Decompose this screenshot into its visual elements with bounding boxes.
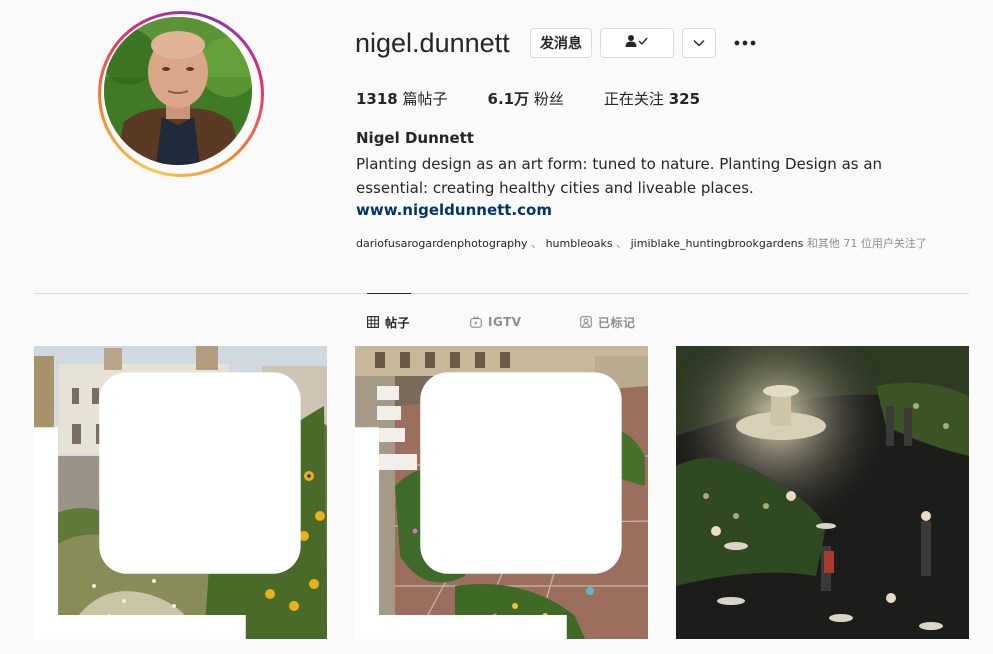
following-count: 325 [668, 90, 701, 108]
followers-label: 粉丝 [533, 90, 564, 108]
followed-by-line[interactable]: dariofusarogardenphotography 、 humbleoak… [356, 235, 927, 251]
profile-tabs-divider [34, 293, 969, 294]
posts-count-stat: 1318 篇帖子 [356, 88, 448, 109]
followed-by-separator: 、 [531, 237, 543, 250]
following-button[interactable] [600, 28, 674, 58]
followed-by-separator: 、 [616, 237, 628, 250]
tab-posts[interactable]: 帖子 [367, 312, 410, 332]
profile-username: nigel.dunnett [355, 28, 510, 58]
multiple-posts-icon [355, 372, 622, 639]
followers-count: 6.1万 [487, 90, 530, 108]
followed-by-user[interactable]: jimiblake_huntingbrookgardens [631, 237, 804, 250]
followed-by-suffix: 和其他 71 位用户关注了 [806, 237, 927, 250]
avatar[interactable] [104, 17, 252, 165]
followed-by-user[interactable]: dariofusarogardenphotography [356, 237, 528, 250]
multiple-posts-icon [34, 372, 301, 639]
post-image-night-fountain [676, 346, 969, 639]
chevron-down-icon [693, 35, 705, 51]
more-horizontal-icon[interactable] [732, 32, 758, 54]
person-check-icon [625, 34, 649, 52]
post-thumbnail[interactable] [34, 346, 327, 639]
post-thumbnail[interactable] [676, 346, 969, 639]
profile-website-link[interactable]: www.nigeldunnett.com [356, 201, 552, 219]
tab-igtv[interactable]: IGTV [470, 312, 522, 332]
following-label: 正在关注 [603, 90, 664, 108]
tab-posts-label: 帖子 [385, 315, 411, 330]
active-tab-indicator [367, 293, 411, 294]
profile-full-name: Nigel Dunnett [356, 129, 474, 147]
posts-count: 1318 [356, 90, 398, 108]
posts-label: 篇帖子 [402, 90, 448, 108]
suggested-dropdown-button[interactable] [682, 28, 716, 58]
message-button[interactable]: 发消息 [530, 28, 592, 58]
followed-by-user[interactable]: humbleoaks [546, 237, 613, 250]
grid-icon [367, 316, 379, 328]
tab-igtv-label: IGTV [488, 315, 522, 329]
profile-avatar-ring[interactable] [98, 11, 264, 177]
following-stat[interactable]: 正在关注 325 [604, 88, 700, 109]
tab-tagged-label: 已标记 [598, 315, 636, 330]
profile-stats: 1318 篇帖子 6.1万 粉丝 正在关注 325 [356, 88, 740, 109]
followers-stat[interactable]: 6.1万 粉丝 [488, 88, 564, 109]
post-thumbnail[interactable] [355, 346, 648, 639]
tagged-icon [580, 316, 592, 328]
avatar-photo [104, 17, 252, 165]
tab-tagged[interactable]: 已标记 [580, 312, 636, 332]
profile-bio: Planting design as an art form: tuned to… [356, 155, 883, 197]
igtv-icon [470, 316, 482, 328]
